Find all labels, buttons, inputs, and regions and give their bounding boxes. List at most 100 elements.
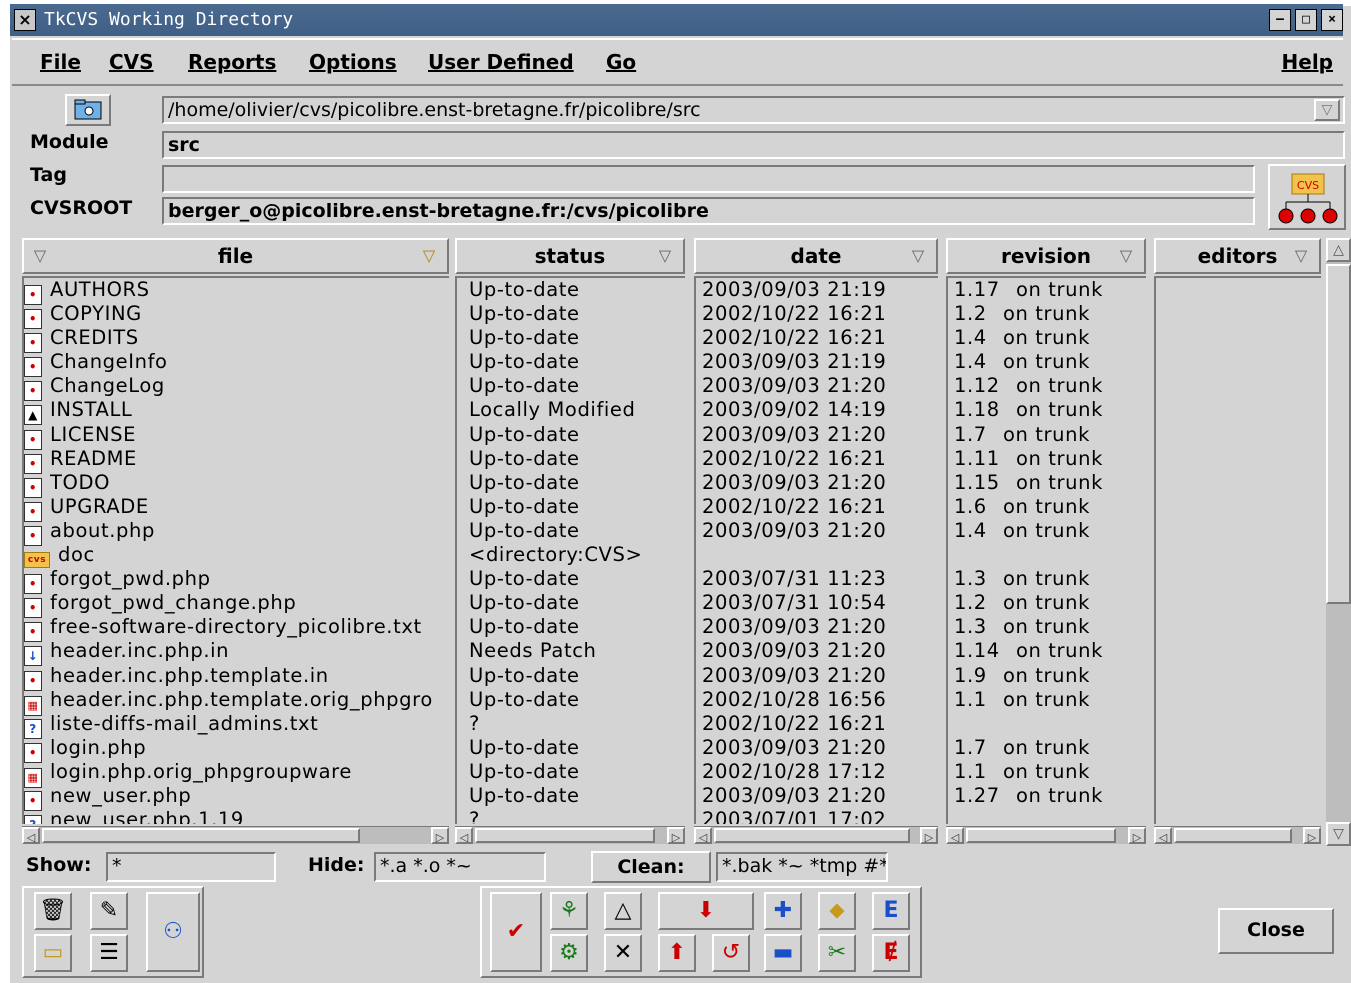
hide-filter-input[interactable]: *.a *.o *~: [374, 852, 546, 882]
cvs-unedit-button[interactable]: Ɇ: [872, 934, 910, 972]
scroll-left-icon[interactable]: ◁: [946, 827, 964, 844]
scroll-right-icon[interactable]: ▷: [920, 827, 938, 844]
cvs-commit-button[interactable]: ⬆: [658, 934, 696, 972]
file-status: ?: [469, 711, 480, 735]
cvs-edit-button[interactable]: E: [872, 892, 910, 930]
scroll-thumb[interactable]: [475, 828, 655, 843]
cvs-diff-button[interactable]: △: [604, 892, 642, 930]
revision-column-header[interactable]: revision ▽: [946, 238, 1146, 274]
editors-column-hscroll[interactable]: ◁ ▷: [1154, 826, 1321, 844]
menu-go[interactable]: Go: [606, 50, 636, 74]
scroll-thumb[interactable]: [42, 828, 360, 843]
show-filter-input[interactable]: *: [106, 852, 276, 882]
sort-indicator-icon[interactable]: ▽: [908, 248, 928, 266]
file-row[interactable]: • CREDITS: [24, 326, 449, 354]
scroll-thumb[interactable]: [714, 828, 910, 843]
cvs-revert-button[interactable]: ↺: [712, 934, 750, 972]
browse-button[interactable]: ⚇: [146, 892, 200, 972]
sort-indicator-icon[interactable]: ▽: [1116, 248, 1136, 266]
vertical-scrollbar[interactable]: △ ▽: [1326, 238, 1351, 846]
menu-options[interactable]: Options: [309, 50, 397, 74]
maximize-button[interactable]: □: [1295, 9, 1317, 31]
file-column-header[interactable]: ▽ file ▽: [22, 238, 449, 274]
edit-file-button[interactable]: ✎: [90, 892, 128, 930]
file-row[interactable]: • ChangeInfo: [24, 350, 449, 378]
directory-path-field[interactable]: /home/olivier/cvs/picolibre.enst-bretagn…: [162, 96, 1345, 124]
scroll-thumb[interactable]: [966, 828, 1116, 843]
file-row[interactable]: • README: [24, 447, 449, 474]
date-column-hscroll[interactable]: ◁ ▷: [694, 826, 938, 844]
cvs-merge-button[interactable]: ⚙: [550, 934, 588, 972]
cvs-add-button[interactable]: ✚: [764, 892, 802, 930]
scroll-left-icon[interactable]: ◁: [455, 827, 473, 844]
sort-indicator-icon[interactable]: ▽: [655, 248, 675, 266]
file-row[interactable]: ? liste-diffs-mail_admins.txt: [24, 712, 449, 739]
sort-left-icon[interactable]: ▽: [30, 248, 50, 266]
menu-user-defined[interactable]: User Defined: [428, 50, 574, 74]
file-row[interactable]: • TODO: [24, 471, 449, 498]
file-row[interactable]: • forgot_pwd_change.php: [24, 591, 449, 619]
cvs-branch-button[interactable]: ✂: [818, 934, 856, 972]
scroll-right-icon[interactable]: ▷: [667, 827, 685, 844]
cvs-tag-button[interactable]: ⬥: [818, 892, 856, 930]
file-row[interactable]: • AUTHORS: [24, 278, 449, 305]
file-row[interactable]: • ChangeLog: [24, 374, 449, 402]
scroll-right-icon[interactable]: ▷: [1303, 827, 1321, 844]
file-row[interactable]: • forgot_pwd.php: [24, 567, 449, 595]
minimize-button[interactable]: –: [1269, 9, 1291, 31]
title-bar[interactable]: × TkCVS Working Directory – □ ×: [10, 4, 1343, 36]
date-column-header[interactable]: date ▽: [694, 238, 938, 274]
file-row[interactable]: • login.php: [24, 736, 449, 763]
file-row[interactable]: cvs doc: [24, 543, 449, 569]
browse-directory-button[interactable]: [65, 94, 111, 126]
file-row[interactable]: • UPGRADE: [24, 495, 449, 522]
file-row[interactable]: • header.inc.php.template.in: [24, 664, 449, 691]
status-column-hscroll[interactable]: ◁ ▷: [455, 826, 685, 844]
cvs-annotate-button[interactable]: ✕: [604, 934, 642, 972]
new-directory-button[interactable]: ▭: [34, 934, 72, 972]
file-row[interactable]: • LICENSE: [24, 423, 449, 450]
cvs-update-button[interactable]: ⬇: [658, 892, 754, 930]
file-row[interactable]: ▦ login.php.orig_phpgroupware: [24, 760, 449, 788]
scroll-down-icon[interactable]: ▽: [1326, 822, 1351, 846]
file-row[interactable]: ▲ INSTALL: [24, 398, 449, 426]
cvs-check-button[interactable]: ✔: [490, 892, 542, 972]
menu-help[interactable]: Help: [1282, 50, 1333, 74]
file-row[interactable]: • about.php: [24, 519, 449, 546]
file-column-hscroll[interactable]: ◁ ▷: [22, 826, 449, 844]
revision-header-label: revision: [1000, 244, 1092, 268]
scroll-left-icon[interactable]: ◁: [22, 827, 40, 844]
scroll-left-icon[interactable]: ◁: [694, 827, 712, 844]
editors-column-header[interactable]: editors ▽: [1154, 238, 1321, 274]
close-window-button[interactable]: ×: [1321, 9, 1343, 31]
sort-indicator-icon[interactable]: ▽: [1291, 248, 1311, 266]
menu-cvs[interactable]: CVS: [109, 50, 154, 74]
scroll-left-icon[interactable]: ◁: [1154, 827, 1172, 844]
directory-history-dropdown[interactable]: ▽: [1314, 99, 1340, 121]
clean-pattern-input[interactable]: *.bak *~ *tmp #*: [716, 852, 888, 882]
file-row[interactable]: • COPYING: [24, 302, 449, 330]
scroll-up-icon[interactable]: △: [1326, 238, 1351, 262]
menu-reports[interactable]: Reports: [188, 50, 276, 74]
scroll-thumb[interactable]: [1174, 828, 1292, 843]
sort-indicator-icon[interactable]: ▽: [419, 248, 439, 266]
view-file-button[interactable]: ☰: [90, 934, 128, 972]
module-browser-button[interactable]: CVS: [1268, 164, 1346, 230]
status-column-header[interactable]: status ▽: [455, 238, 685, 274]
file-row[interactable]: • new_user.php: [24, 784, 449, 811]
revision-column-hscroll[interactable]: ◁ ▷: [946, 826, 1146, 844]
vertical-scroll-thumb[interactable]: [1326, 264, 1351, 604]
file-row[interactable]: ↓ header.inc.php.in: [24, 639, 449, 667]
menu-file[interactable]: File: [40, 50, 81, 74]
file-row[interactable]: ▦ header.inc.php.template.orig_phpgro: [24, 688, 449, 716]
scroll-right-icon[interactable]: ▷: [1128, 827, 1146, 844]
cvs-log-button[interactable]: ⚘: [550, 892, 588, 930]
clean-button[interactable]: Clean:: [591, 851, 711, 883]
file-row[interactable]: ? new_user.php.1.19: [24, 808, 449, 824]
window-menu-icon[interactable]: ×: [14, 9, 36, 31]
delete-files-button[interactable]: 🗑: [34, 892, 72, 930]
scroll-right-icon[interactable]: ▷: [431, 827, 449, 844]
cvs-remove-button[interactable]: ▬: [764, 934, 802, 972]
close-button[interactable]: Close: [1218, 908, 1334, 954]
file-row[interactable]: • free-software-directory_picolibre.txt: [24, 615, 449, 643]
